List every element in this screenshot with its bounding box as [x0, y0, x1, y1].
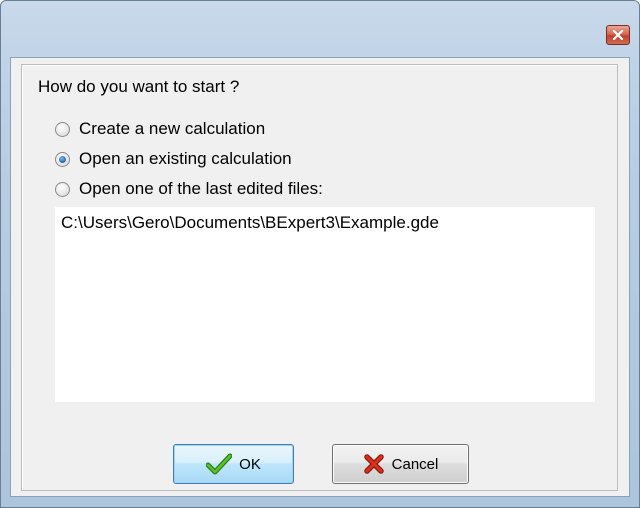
radio-button[interactable] [55, 181, 70, 197]
radio-label: Open an existing calculation [79, 149, 292, 168]
x-icon [363, 453, 385, 475]
ok-label: OK [239, 455, 261, 473]
title-bar[interactable] [1, 1, 639, 57]
radio-label: Create a new calculation [79, 119, 266, 138]
radio-open-existing[interactable]: Open an existing calculation [55, 148, 292, 170]
recent-files-list[interactable]: C:\Users\Gero\Documents\BExpert3\Example… [55, 207, 595, 402]
radio-button-selected[interactable] [55, 151, 70, 167]
radio-open-last-edited[interactable]: Open one of the last edited files: [55, 178, 323, 200]
radio-label: Open one of the last edited files: [79, 179, 323, 198]
cancel-label: Cancel [391, 455, 439, 473]
radio-create-new[interactable]: Create a new calculation [55, 118, 265, 140]
close-button[interactable] [606, 25, 630, 45]
recent-file-item[interactable]: C:\Users\Gero\Documents\BExpert3\Example… [61, 213, 439, 233]
radio-button[interactable] [55, 121, 70, 137]
dialog-window: How do you want to start ? Create a new … [0, 0, 640, 508]
dialog-body: How do you want to start ? Create a new … [10, 57, 630, 497]
ok-button[interactable]: OK [173, 444, 294, 484]
checkmark-icon [206, 453, 233, 475]
start-question-label: How do you want to start ? [38, 77, 240, 96]
cancel-button[interactable]: Cancel [332, 444, 469, 484]
close-icon [612, 30, 624, 40]
